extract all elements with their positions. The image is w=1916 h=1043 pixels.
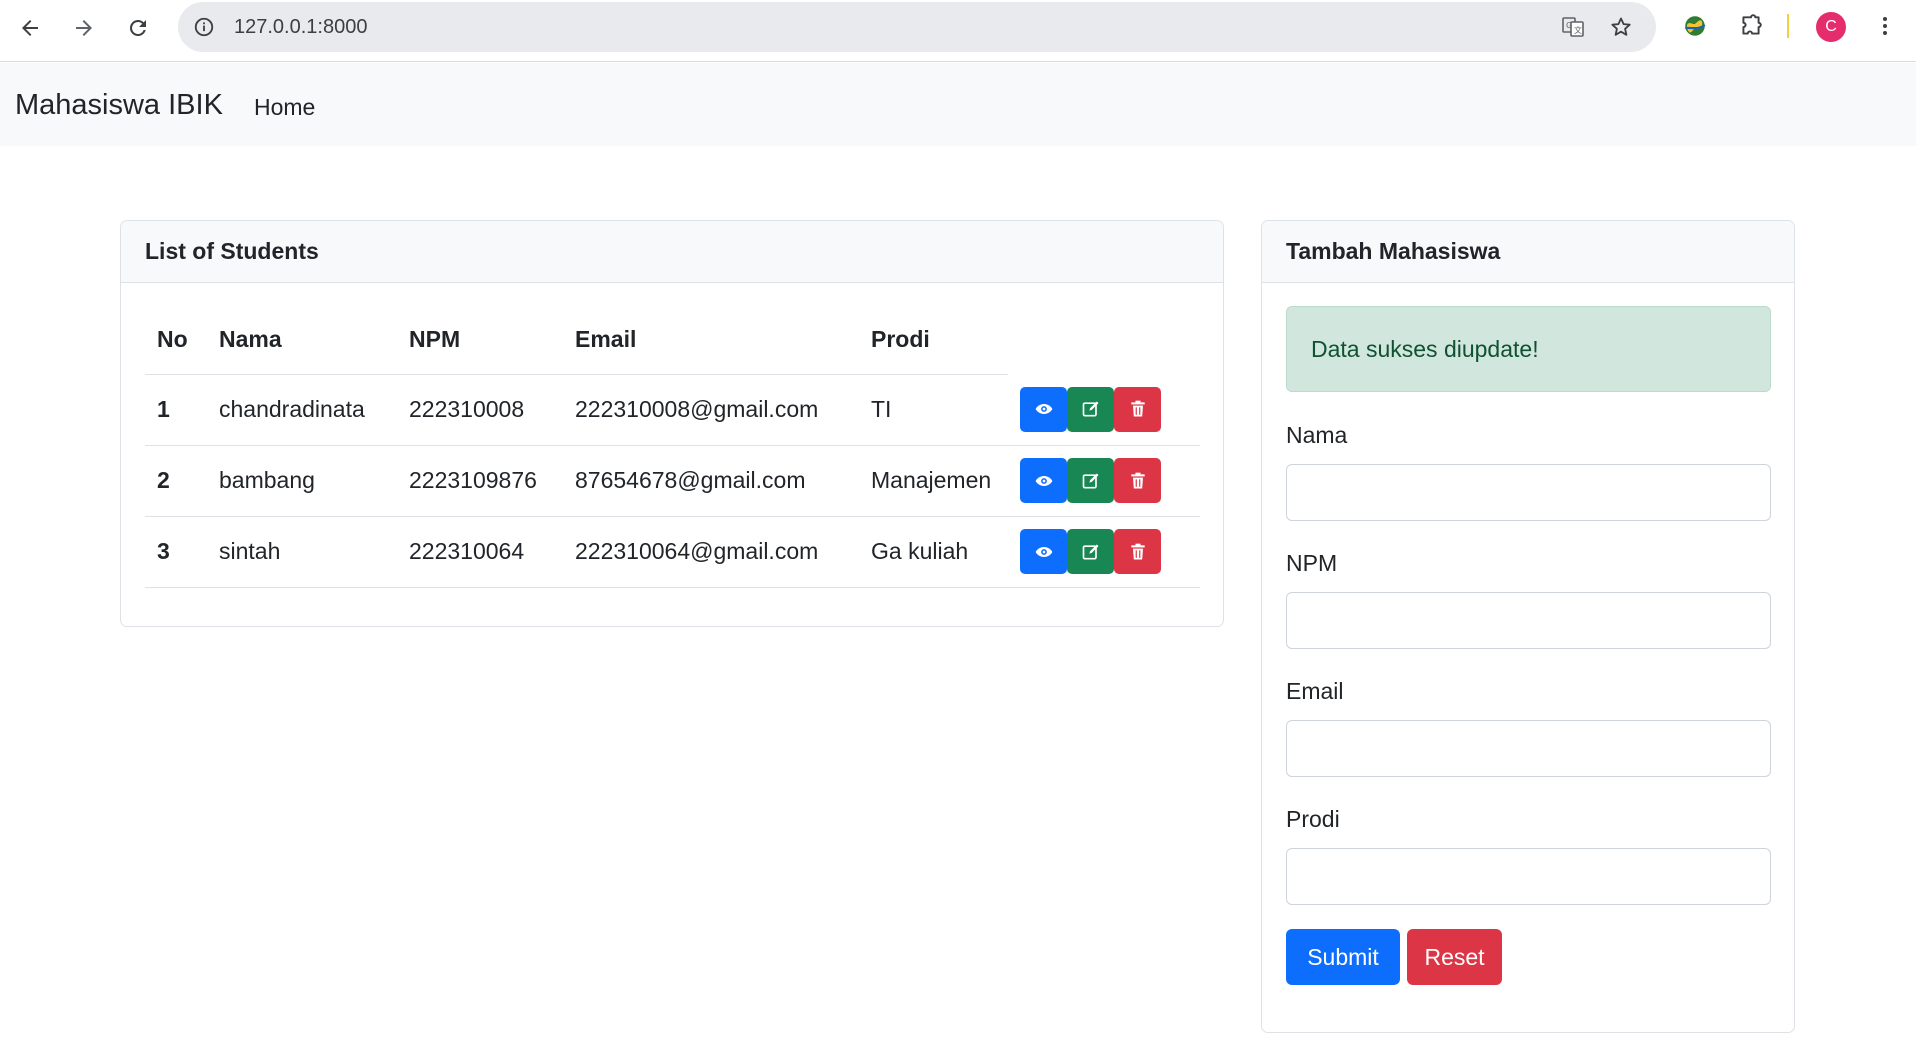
cell-npm: 222310064 (397, 516, 563, 588)
svg-text:文: 文 (1574, 25, 1582, 35)
svg-text:G: G (1566, 21, 1572, 30)
edit-button[interactable] (1067, 529, 1114, 574)
cell-prodi: TI (859, 374, 1008, 446)
cell-actions (1008, 516, 1200, 588)
info-icon (194, 17, 214, 37)
cell-email: 222310008@gmail.com (563, 374, 859, 446)
nav-link-home[interactable]: Home (254, 94, 315, 121)
eye-icon (1035, 546, 1052, 557)
profile-avatar[interactable]: C (1816, 12, 1846, 42)
browser-toolbar: 127.0.0.1:8000 G文 C (0, 0, 1916, 62)
view-button[interactable] (1020, 458, 1067, 503)
puzzle-icon (1742, 14, 1762, 35)
table-row: 3 sintah 222310064 222310064@gmail.com G… (145, 516, 1200, 588)
cell-no: 3 (145, 516, 207, 588)
reload-icon (129, 19, 146, 36)
delete-button[interactable] (1114, 458, 1161, 503)
prodi-label: Prodi (1286, 806, 1340, 832)
cell-nama: chandradinata (207, 374, 397, 446)
npm-input[interactable] (1286, 592, 1771, 649)
navbar-brand[interactable]: Mahasiswa IBIK (15, 89, 223, 122)
add-student-title: Tambah Mahasiswa (1262, 221, 1794, 283)
alert-message: Data sukses diupdate! (1311, 335, 1539, 362)
nama-label: Nama (1286, 422, 1348, 448)
cell-prodi: Ga kuliah (859, 516, 1008, 588)
arrow-left-icon (22, 20, 38, 36)
translate-icon: G文 (1562, 17, 1584, 37)
cell-no: 1 (145, 374, 207, 446)
kebab-menu-icon (1883, 17, 1887, 35)
students-table: No Nama NPM Email Prodi 1 chandradinata … (145, 306, 1200, 588)
table-row: 1 chandradinata 222310008 222310008@gmai… (145, 374, 1200, 446)
table-header-row: No Nama NPM Email Prodi (145, 306, 1200, 375)
success-alert: Data sukses diupdate! (1286, 306, 1771, 392)
trash-icon (1130, 400, 1145, 417)
globe-extension-icon (1685, 16, 1706, 36)
trash-icon (1130, 543, 1145, 559)
prodi-input[interactable] (1286, 848, 1771, 905)
cell-email: 87654678@gmail.com (563, 445, 859, 517)
view-button[interactable] (1020, 386, 1067, 432)
eye-icon (1035, 404, 1052, 415)
reset-button[interactable]: Reset (1407, 929, 1502, 985)
students-list-title: List of Students (121, 221, 1223, 283)
column-header-prodi: Prodi (859, 306, 1008, 375)
cell-nama: bambang (207, 445, 397, 517)
add-student-card: Tambah Mahasiswa Data sukses diupdate! N… (1261, 220, 1795, 1033)
edit-icon (1082, 473, 1098, 488)
forward-button[interactable] (64, 8, 104, 48)
toolbar-divider (1787, 14, 1789, 38)
cell-nama: sintah (207, 516, 397, 588)
column-header-npm: NPM (397, 306, 563, 375)
trash-icon (1130, 472, 1145, 488)
bookmark-button[interactable] (1607, 13, 1635, 41)
globe-extension-button[interactable] (1680, 11, 1710, 41)
star-icon (1611, 17, 1631, 36)
back-button[interactable] (10, 8, 50, 48)
column-header-actions (1008, 306, 1200, 374)
table-row: 2 bambang 2223109876 87654678@gmail.com … (145, 445, 1200, 517)
column-header-nama: Nama (207, 306, 397, 375)
address-bar[interactable]: 127.0.0.1:8000 G文 (178, 2, 1656, 52)
browser-menu-button[interactable] (1870, 11, 1900, 41)
submit-button[interactable]: Submit (1286, 929, 1400, 985)
column-header-no: No (145, 306, 207, 375)
cell-actions (1008, 374, 1200, 446)
column-header-email: Email (563, 306, 859, 375)
npm-label: NPM (1286, 550, 1338, 576)
translate-button[interactable]: G文 (1559, 13, 1587, 41)
reload-button[interactable] (118, 8, 158, 48)
email-input[interactable] (1286, 720, 1771, 777)
delete-button[interactable] (1114, 386, 1161, 432)
arrow-right-icon (76, 20, 92, 36)
delete-button[interactable] (1114, 529, 1161, 574)
edit-icon (1082, 401, 1098, 417)
cell-no: 2 (145, 445, 207, 517)
extensions-button[interactable] (1736, 11, 1766, 41)
cell-prodi: Manajemen (859, 445, 1008, 517)
edit-button[interactable] (1067, 458, 1114, 503)
cell-email: 222310064@gmail.com (563, 516, 859, 588)
eye-icon (1035, 475, 1052, 486)
students-list-card: List of Students No Nama NPM Email Prodi… (120, 220, 1224, 627)
cell-npm: 2223109876 (397, 445, 563, 517)
url-text[interactable]: 127.0.0.1:8000 (234, 16, 367, 39)
site-info-button[interactable] (190, 13, 218, 41)
view-button[interactable] (1020, 529, 1067, 574)
app-navbar: Mahasiswa IBIK Home (0, 63, 1916, 146)
cell-actions (1008, 445, 1200, 517)
nama-input[interactable] (1286, 464, 1771, 521)
cell-npm: 222310008 (397, 374, 563, 446)
email-label: Email (1286, 678, 1344, 704)
edit-button[interactable] (1067, 386, 1114, 432)
edit-icon (1082, 544, 1098, 559)
